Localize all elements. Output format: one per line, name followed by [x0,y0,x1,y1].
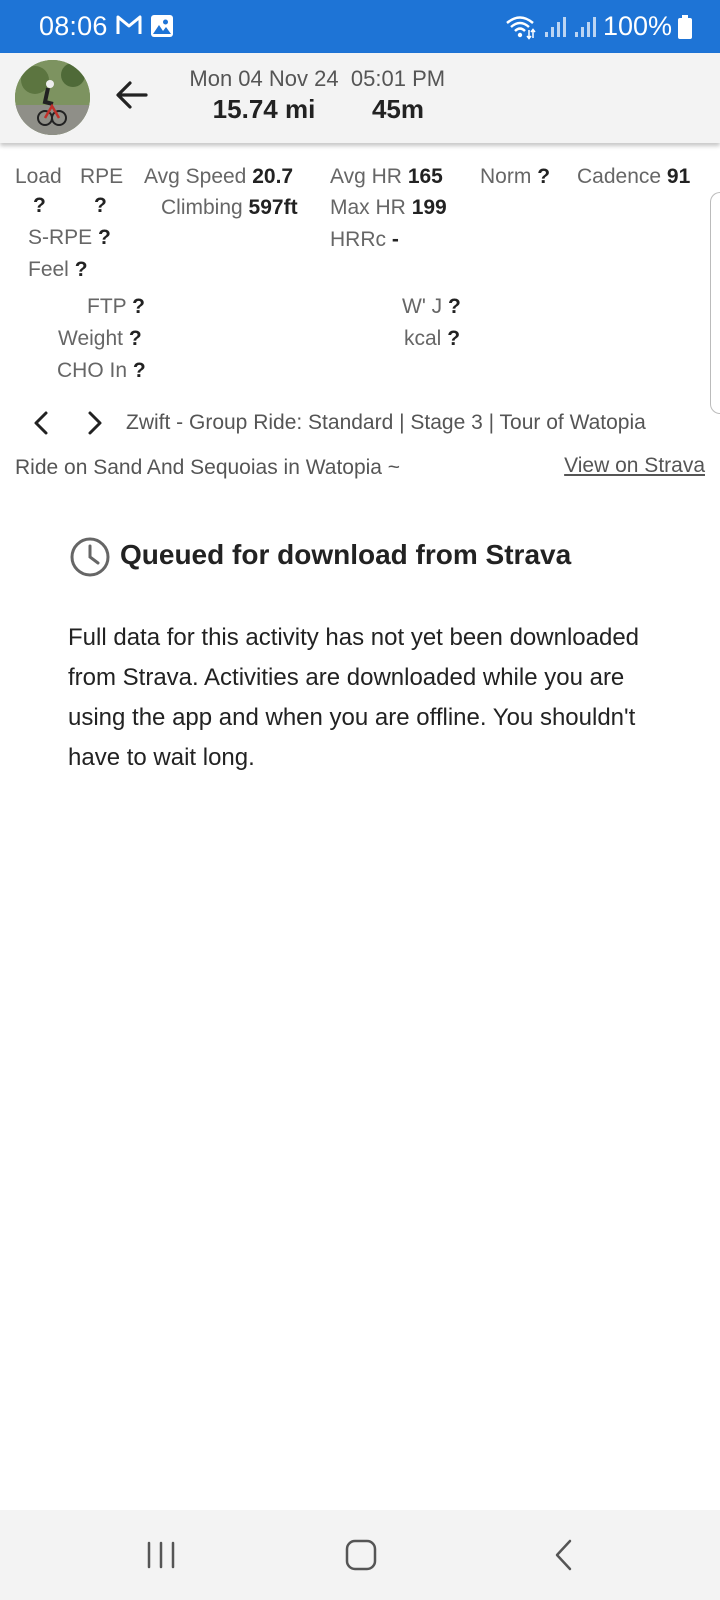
activity-description: Ride on Sand And Sequoias in Watopia ~ [15,456,401,479]
load-value[interactable]: ? [33,194,46,218]
activity-start-time: 05:01 PM [350,66,446,91]
activity-time-duration: 05:01 PM 45m [350,66,446,125]
load-label: Load [15,165,62,188]
view-on-strava-link[interactable]: View on Strava [564,454,705,478]
ftp-metric[interactable]: FTP ? [87,295,145,319]
w-prime-j-metric[interactable]: W' J ? [402,295,461,319]
next-activity-icon[interactable] [76,405,112,441]
activity-distance: 15.74 mi [212,94,316,124]
image-icon [151,15,173,37]
max-hr-metric: Max HR 199 [330,196,447,219]
queued-title: Queued for download from Strava [120,539,572,570]
home-icon[interactable] [336,1530,386,1580]
signal-icon-2 [574,16,596,37]
clock-icon [70,537,110,577]
gmail-icon [116,15,142,34]
norm-metric: Norm ? [480,165,551,188]
srpe-metric[interactable]: S-RPE ? [28,226,111,250]
activity-date: Mon 04 Nov 24 [189,66,339,91]
back-arrow-icon[interactable] [110,73,154,117]
system-nav-bar [0,1510,720,1600]
recent-apps-icon[interactable] [136,1530,186,1580]
avg-speed-metric: Avg Speed 20.7 [144,165,294,188]
wifi-icon [506,15,536,40]
signal-icon [544,16,566,37]
avg-hr-metric: Avg HR 165 [330,165,443,188]
weight-metric[interactable]: Weight ? [58,327,142,351]
queued-message: Full data for this activity has not yet … [68,624,640,771]
kcal-metric[interactable]: kcal ? [404,327,460,351]
hrrc-metric: HRRc - [330,228,399,251]
battery-percent: 100% [602,11,672,41]
activity-title[interactable]: Zwift - Group Ride: Standard | Stage 3 |… [126,411,646,435]
battery-icon [678,14,692,39]
activity-date-distance: Mon 04 Nov 24 15.74 mi [176,66,352,125]
previous-activity-icon[interactable] [24,405,60,441]
avatar[interactable] [15,60,90,135]
system-back-icon[interactable] [540,1530,590,1580]
activity-duration: 45m [371,94,425,124]
rpe-value[interactable]: ? [94,194,107,218]
side-scroll-handle[interactable] [710,192,720,414]
activity-header: Mon 04 Nov 24 15.74 mi 05:01 PM 45m [0,53,720,143]
status-bar: 08:06 100% [0,0,720,53]
climbing-metric: Climbing 597ft [161,196,298,219]
cadence-metric: Cadence 91 [577,165,691,188]
notification-icons [116,14,174,38]
feel-metric[interactable]: Feel ? [28,258,88,282]
status-time: 08:06 [39,11,108,41]
cho-in-metric[interactable]: CHO In ? [57,359,146,383]
rpe-label: RPE [80,165,124,188]
